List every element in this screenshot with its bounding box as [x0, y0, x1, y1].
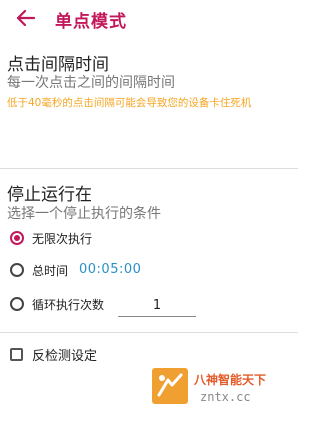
divider [0, 332, 298, 333]
radio-label: 无限次执行 [32, 231, 93, 246]
stop-subtitle: 选择一个停止执行的条件 [7, 206, 161, 222]
loop-count-input[interactable] [118, 294, 196, 317]
watermark: 八神智能天下 zntx.cc [152, 368, 294, 412]
radio-loop-count[interactable]: 循环执行次数 [10, 293, 104, 315]
watermark-url: zntx.cc [200, 390, 251, 404]
back-button[interactable] [12, 4, 40, 32]
anti-detect-checkbox[interactable] [10, 347, 23, 361]
radio-button[interactable] [10, 263, 24, 277]
watermark-logo-icon [152, 368, 188, 404]
radio-button[interactable] [10, 297, 24, 311]
anti-detect-label: 反检测设定 [32, 348, 98, 364]
radio-total-time[interactable]: 总时间 [10, 259, 68, 281]
top-app-bar: 单点模式 [0, 0, 298, 38]
arrow-left-icon [17, 10, 35, 26]
divider [0, 168, 298, 169]
watermark-name: 八神智能天下 [194, 373, 267, 387]
stop-title: 停止运行在 [7, 185, 92, 205]
interval-warning: 低于40毫秒的点击间隔可能会导致您的设备卡住死机 [7, 97, 252, 109]
radio-label: 循环执行次数 [32, 297, 105, 312]
radio-infinite[interactable]: 无限次执行 [10, 227, 92, 249]
anti-detect-checkbox-row[interactable]: 反检测设定 [10, 343, 97, 365]
radio-label: 总时间 [32, 263, 69, 278]
interval-subtitle: 每一次点击之间的间隔时间 [7, 75, 175, 91]
total-time-value[interactable]: 00:05:00 [79, 262, 141, 277]
radio-button-selected[interactable] [10, 231, 24, 245]
page-title: 单点模式 [55, 12, 127, 32]
